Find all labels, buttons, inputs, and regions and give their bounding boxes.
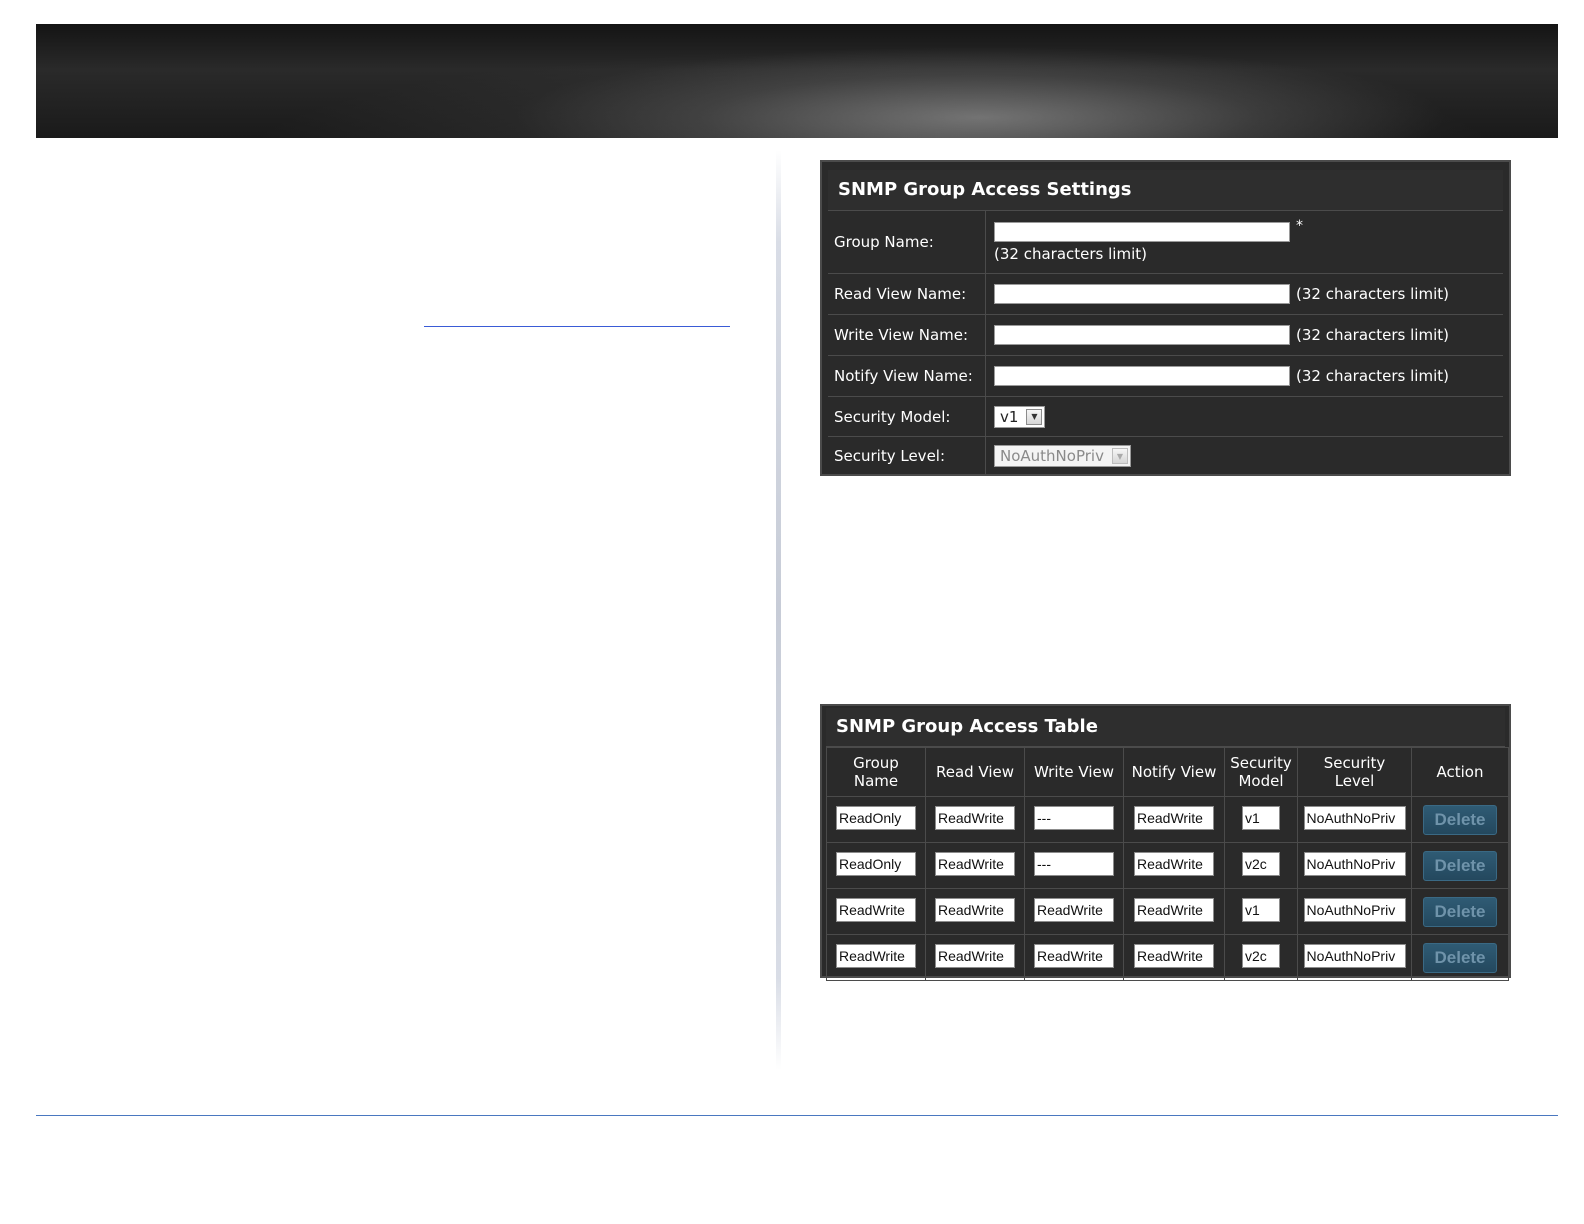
read-view-label: Read View Name: xyxy=(828,274,986,314)
delete-button[interactable]: Delete xyxy=(1423,942,1497,973)
header-banner xyxy=(36,24,1558,138)
notify-view-hint: (32 characters limit) xyxy=(1296,367,1449,385)
delete-button[interactable]: Delete xyxy=(1423,850,1497,881)
notify-view-row: Notify View Name: (32 characters limit) xyxy=(828,356,1503,397)
security-model-cell[interactable]: v1 xyxy=(1242,897,1280,922)
notify-view-cell[interactable]: ReadWrite xyxy=(1134,851,1214,876)
settings-title: SNMP Group Access Settings xyxy=(828,170,1503,211)
hyperlink-underline[interactable] xyxy=(424,326,730,327)
security-model-row: Security Model: v1 ▼ xyxy=(828,397,1503,437)
security-level-cell[interactable]: NoAuthNoPriv xyxy=(1303,851,1406,876)
security-level-cell[interactable]: NoAuthNoPriv xyxy=(1303,943,1406,968)
group-name-row: Group Name: * (32 characters limit) xyxy=(828,211,1503,274)
col-read-view: Read View xyxy=(925,747,1025,797)
table-row: ReadWrite ReadWrite ReadWrite ReadWrite … xyxy=(826,934,1509,981)
col-write-view: Write View xyxy=(1024,747,1124,797)
security-model-cell[interactable]: v2c xyxy=(1242,943,1280,968)
security-level-value: NoAuthNoPriv xyxy=(1000,447,1104,465)
notify-view-cell[interactable]: ReadWrite xyxy=(1134,897,1214,922)
write-view-input[interactable] xyxy=(994,325,1290,345)
required-asterisk: * xyxy=(1296,217,1303,234)
notify-view-cell[interactable]: ReadWrite xyxy=(1134,805,1214,830)
read-view-cell[interactable]: ReadWrite xyxy=(935,851,1015,876)
read-view-row: Read View Name: (32 characters limit) xyxy=(828,274,1503,315)
group-name-label: Group Name: xyxy=(828,211,986,273)
table-header-row: Group Name Read View Write View Notify Vi… xyxy=(826,747,1509,797)
chevron-down-icon: ▼ xyxy=(1111,448,1128,464)
write-view-cell[interactable]: --- xyxy=(1034,851,1114,876)
snmp-group-access-settings-panel: SNMP Group Access Settings Group Name: *… xyxy=(820,160,1511,476)
group-name-cell[interactable]: ReadWrite xyxy=(836,943,916,968)
write-view-cell[interactable]: ReadWrite xyxy=(1034,943,1114,968)
security-level-cell[interactable]: NoAuthNoPriv xyxy=(1303,897,1406,922)
table-row: ReadOnly ReadWrite --- ReadWrite v1 NoAu… xyxy=(826,796,1509,843)
group-name-hint: (32 characters limit) xyxy=(994,244,1147,263)
notify-view-input[interactable] xyxy=(994,366,1290,386)
notify-view-label: Notify View Name: xyxy=(828,356,986,396)
group-name-cell[interactable]: ReadWrite xyxy=(836,897,916,922)
group-access-table: Group Name Read View Write View Notify Vi… xyxy=(826,747,1509,981)
chevron-down-icon[interactable]: ▼ xyxy=(1026,408,1043,425)
write-view-cell[interactable]: --- xyxy=(1034,805,1114,830)
security-level-cell[interactable]: NoAuthNoPriv xyxy=(1303,805,1406,830)
group-name-input[interactable] xyxy=(994,221,1290,242)
security-level-select[interactable]: NoAuthNoPriv ▼ xyxy=(994,445,1131,467)
group-name-cell[interactable]: ReadOnly xyxy=(836,851,916,876)
write-view-label: Write View Name: xyxy=(828,315,986,355)
write-view-row: Write View Name: (32 characters limit) xyxy=(828,315,1503,356)
security-level-label: Security Level: xyxy=(828,437,986,475)
col-security-model: Security Model xyxy=(1224,747,1298,797)
read-view-input[interactable] xyxy=(994,284,1290,304)
group-name-cell[interactable]: ReadOnly xyxy=(836,805,916,830)
security-level-row: Security Level: NoAuthNoPriv ▼ xyxy=(828,437,1503,475)
read-view-cell[interactable]: ReadWrite xyxy=(935,897,1015,922)
read-view-cell[interactable]: ReadWrite xyxy=(935,943,1015,968)
col-action: Action xyxy=(1411,747,1509,797)
notify-view-cell[interactable]: ReadWrite xyxy=(1134,943,1214,968)
security-model-select[interactable]: v1 ▼ xyxy=(994,405,1046,428)
delete-button[interactable]: Delete xyxy=(1423,896,1497,927)
table-row: ReadOnly ReadWrite --- ReadWrite v2c NoA… xyxy=(826,842,1509,889)
read-view-hint: (32 characters limit) xyxy=(1296,285,1449,303)
footer-rule xyxy=(36,1115,1558,1116)
write-view-hint: (32 characters limit) xyxy=(1296,326,1449,344)
col-notify-view: Notify View xyxy=(1123,747,1225,797)
security-model-label: Security Model: xyxy=(828,397,986,436)
delete-button[interactable]: Delete xyxy=(1423,804,1497,835)
snmp-group-access-table-panel: SNMP Group Access Table Group Name Read V… xyxy=(820,704,1511,981)
col-group-name: Group Name xyxy=(826,747,926,797)
security-model-cell[interactable]: v2c xyxy=(1242,851,1280,876)
table-title: SNMP Group Access Table xyxy=(826,708,1505,747)
security-model-cell[interactable]: v1 xyxy=(1242,805,1280,830)
security-model-value: v1 xyxy=(1000,407,1019,426)
column-divider xyxy=(776,150,781,1070)
read-view-cell[interactable]: ReadWrite xyxy=(935,805,1015,830)
write-view-cell[interactable]: ReadWrite xyxy=(1034,897,1114,922)
table-row: ReadWrite ReadWrite ReadWrite ReadWrite … xyxy=(826,888,1509,935)
col-security-level: Security Level xyxy=(1297,747,1412,797)
